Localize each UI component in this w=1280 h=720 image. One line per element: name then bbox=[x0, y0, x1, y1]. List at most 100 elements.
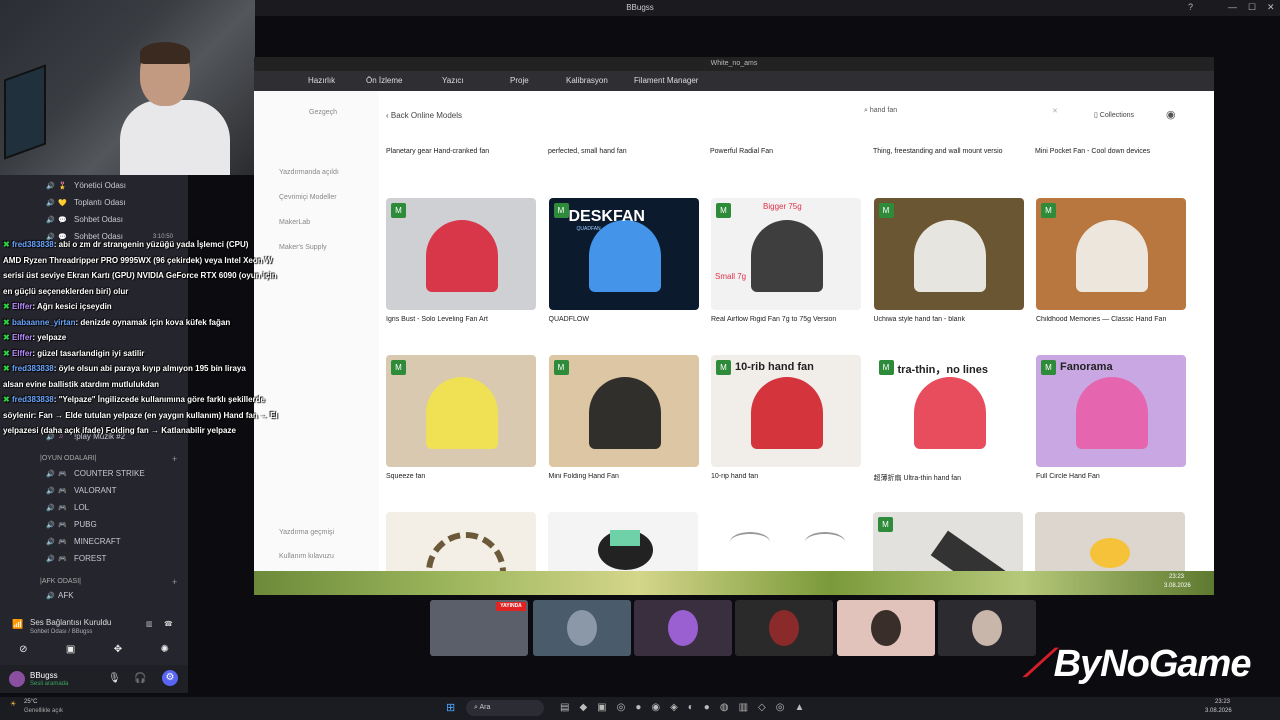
channel-afk[interactable]: 🔊 AFK bbox=[0, 587, 188, 604]
chat-username[interactable]: Elffer bbox=[12, 333, 32, 342]
model-thumbnail: M bbox=[548, 355, 699, 467]
chat-username[interactable]: fred383838 bbox=[12, 364, 54, 373]
channel-pubg[interactable]: 🔊 🎮 PUBG bbox=[0, 516, 188, 533]
sidebar-item-makerlab[interactable]: MakerLab bbox=[279, 219, 310, 226]
tab-preview[interactable]: Ön İzleme bbox=[366, 76, 402, 85]
chat-text: : abi o zm dr strangenin yüzüğü yada İşl… bbox=[53, 240, 249, 249]
speaker-icon: 🔊 bbox=[46, 470, 55, 478]
participant-tile[interactable] bbox=[634, 600, 732, 656]
sidebar-item-manual[interactable]: Kullanım kılavuzu bbox=[279, 553, 334, 560]
model-name[interactable]: 10-rip hand fan bbox=[711, 473, 861, 480]
camera-off-icon[interactable]: ⊘ bbox=[19, 644, 27, 655]
tab-printer[interactable]: Yazıcı bbox=[442, 76, 464, 85]
model-name[interactable]: Real Airflow Rigid Fan 7g to 75g Version bbox=[711, 316, 861, 323]
model-name[interactable]: Igris Bust - Solo Leveling Fan Art bbox=[386, 316, 536, 323]
voice-channel: Sohbet Odası / BBugss bbox=[30, 629, 93, 635]
windows-start-icon[interactable]: ⊞ bbox=[446, 701, 455, 714]
chat-username[interactable]: fred383838 bbox=[12, 240, 54, 249]
collections-button[interactable]: ▯ Collections bbox=[1094, 111, 1134, 119]
speaker-icon: 🔊 bbox=[46, 538, 55, 546]
model-name[interactable]: Mini Folding Hand Fan bbox=[549, 473, 699, 480]
gamepad-icon: 🎮 bbox=[58, 504, 67, 512]
chat-username[interactable]: fred383838 bbox=[12, 395, 54, 404]
gamepad-icon: 🎮 bbox=[58, 521, 67, 529]
avatar[interactable] bbox=[9, 671, 25, 687]
model-shape bbox=[1076, 220, 1148, 292]
disconnect-icon[interactable]: ☎ bbox=[164, 620, 173, 628]
tab-filament[interactable]: Filament Manager bbox=[634, 76, 698, 85]
maximize-icon[interactable]: ☐ bbox=[1248, 2, 1256, 13]
category-afk[interactable]: |AFK ODASI| bbox=[40, 578, 81, 585]
settings-icon[interactable]: ⚙ bbox=[162, 670, 178, 686]
chat-username[interactable]: Elffer bbox=[12, 349, 32, 358]
model-name[interactable]: Powerful Radial Fan bbox=[710, 148, 773, 155]
tab-project[interactable]: Proje bbox=[510, 76, 529, 85]
tab-calibration[interactable]: Kalibrasyon bbox=[566, 76, 608, 85]
close-icon[interactable]: ✕ bbox=[1267, 2, 1275, 13]
back-button[interactable]: ‹ Back Online Models bbox=[386, 111, 462, 120]
model-name[interactable]: Thing, freestanding and wall mount versi… bbox=[873, 148, 1003, 155]
chat-username[interactable]: babaanne_yirtan bbox=[12, 318, 76, 327]
makerworld-badge: M bbox=[1041, 360, 1056, 375]
live-badge: YAYINDA bbox=[496, 602, 526, 611]
model-name[interactable]: 超薄折扇 Ultra-thin hand fan bbox=[874, 473, 1024, 483]
model-name[interactable]: Childhood Memories — Classic Hand Fan bbox=[1036, 316, 1186, 323]
speaker-icon: 🔊 bbox=[46, 592, 55, 600]
taskbar-search[interactable]: ⌕ Ara bbox=[466, 700, 544, 716]
model-name[interactable]: Full Circle Hand Fan bbox=[1036, 473, 1186, 480]
chat-text: AMD Ryzen Threadripper PRO 9995WX (96 çe… bbox=[3, 255, 273, 265]
speaker-icon: 🔊 bbox=[46, 521, 55, 529]
channel-minecraft[interactable]: 🔊 🎮 MINECRAFT bbox=[0, 533, 188, 550]
chat-message: söylenir: Fan → Elde tutulan yelpaze (en… bbox=[3, 411, 278, 420]
makerworld-badge: M bbox=[553, 203, 569, 218]
participant-tile[interactable] bbox=[837, 600, 935, 656]
help-icon[interactable]: ? bbox=[1188, 2, 1193, 12]
category-games[interactable]: |OYUN ODALARI| bbox=[40, 455, 97, 462]
sidebar-item-online-models[interactable]: Çevrimiçi Modeller bbox=[279, 194, 337, 201]
search-input[interactable]: ⌕ hand fan ✕ bbox=[864, 107, 1064, 123]
participant-tile[interactable] bbox=[938, 600, 1036, 656]
sidebar-item[interactable]: Yazdırmanda açıldı bbox=[279, 169, 339, 176]
soundboard-icon[interactable]: ✺ bbox=[160, 644, 168, 655]
participant-tile[interactable] bbox=[735, 600, 833, 656]
noise-icon[interactable]: ▥ bbox=[146, 620, 153, 628]
chat-username[interactable]: Elffer bbox=[12, 302, 32, 311]
account-icon[interactable]: ◉ bbox=[1166, 108, 1176, 121]
minimize-icon[interactable]: — bbox=[1228, 2, 1237, 12]
user-status: Sesli aramada bbox=[30, 681, 69, 687]
bigger-label: Bigger 75g bbox=[763, 202, 802, 211]
model-name[interactable]: Mini Pocket Fan - Cool down devices bbox=[1035, 148, 1150, 155]
sidebar-item-history[interactable]: Yazdırma geçmişi bbox=[279, 529, 334, 536]
model-name[interactable]: Squeeze fan bbox=[386, 473, 536, 480]
speaker-icon: 🔊 bbox=[46, 199, 55, 207]
channel-toplanti[interactable]: 🔊 💛 Toplantı Odası bbox=[0, 194, 188, 211]
screenshare-icon[interactable]: ▣ bbox=[66, 644, 75, 655]
mic-icon[interactable]: 🎙 bbox=[108, 673, 121, 684]
pinned-apps[interactable]: ▤◆▣◎●◉◈◐●◍▥◇◎▲ bbox=[560, 702, 814, 713]
avatar bbox=[567, 610, 597, 646]
makerworld-badge: M bbox=[391, 360, 406, 375]
model-name[interactable]: perfected, small hand fan bbox=[548, 148, 627, 155]
participant-tile[interactable] bbox=[533, 600, 631, 656]
gamepad-icon: 🎮 bbox=[58, 487, 67, 495]
model-name[interactable]: QUADFLOW bbox=[549, 316, 699, 323]
sidebar-item[interactable]: Gezgeçh bbox=[309, 109, 337, 116]
channel-valorant[interactable]: 🔊 🎮 VALORANT bbox=[0, 482, 188, 499]
channel-cs[interactable]: 🔊 🎮 COUNTER STRIKE bbox=[0, 465, 188, 482]
deskfan-title: DESKFAN bbox=[568, 208, 645, 225]
add-channel-icon[interactable]: + bbox=[172, 454, 177, 464]
add-channel-icon[interactable]: + bbox=[172, 577, 177, 587]
gamepad-icon: 🎮 bbox=[58, 555, 67, 563]
tab-prepare[interactable]: Hazırlık bbox=[308, 76, 335, 85]
activity-icon[interactable]: ✥ bbox=[114, 644, 122, 655]
channel-sohbet[interactable]: 🔊 💬 Sohbet Odası bbox=[0, 211, 188, 228]
channel-lol[interactable]: 🔊 🎮 LOL bbox=[0, 499, 188, 516]
clear-icon[interactable]: ✕ bbox=[1052, 107, 1058, 115]
model-thumbnail bbox=[548, 512, 698, 571]
model-name[interactable]: Uchiwa style hand fan - blank bbox=[874, 316, 1024, 323]
model-name[interactable]: Planetary gear Hand-cranked fan bbox=[386, 148, 489, 155]
channel-forest[interactable]: 🔊 🎮 FOREST bbox=[0, 550, 188, 567]
participant-screen[interactable]: YAYINDA bbox=[430, 600, 528, 656]
headset-icon[interactable]: 🎧 bbox=[134, 673, 146, 684]
channel-yonetici[interactable]: 🔊 🎖️ Yönetici Odası bbox=[0, 177, 188, 194]
